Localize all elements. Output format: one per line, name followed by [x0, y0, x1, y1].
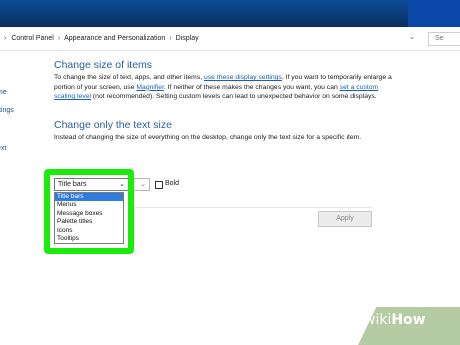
window-controls-area [408, 0, 460, 27]
description-text: To change the size of text, apps, and ot… [54, 74, 204, 81]
section-heading-size-of-items: Change size of items [54, 59, 153, 71]
size-of-items-description: To change the size of text, apps, and ot… [54, 73, 396, 102]
section-heading-text-size: Change only the text size [54, 119, 172, 131]
breadcrumb-display[interactable]: Display [176, 35, 199, 42]
sidebar-item-settings[interactable]: ttings [0, 107, 14, 114]
sidebar: me ttings ext s [0, 51, 30, 345]
annotation-highlight-box [44, 169, 134, 254]
chevron-down-icon[interactable]: ⌄ [405, 33, 419, 45]
wikihow-watermark: wikiHow [364, 312, 426, 328]
breadcrumb-arrow-icon[interactable]: › [0, 35, 11, 42]
display-settings-link[interactable]: use these display settings [204, 74, 282, 81]
chevron-right-icon[interactable]: › [165, 35, 175, 42]
apply-button[interactable]: Apply [318, 211, 372, 227]
description-text: (not recommended). Setting custom levels… [91, 93, 377, 101]
bold-checkbox[interactable] [155, 181, 163, 189]
description-text: . If neither of these makes the changes … [163, 83, 340, 91]
search-input[interactable]: Se [428, 32, 460, 46]
bold-label: Bold [165, 180, 180, 187]
chevron-right-icon[interactable]: › [54, 35, 64, 42]
magnifier-link[interactable]: Magnifier [136, 84, 164, 91]
divider [130, 207, 372, 208]
text-size-description: Instead of changing the size of everythi… [54, 134, 362, 141]
address-bar: › Control Panel › Appearance and Persona… [0, 27, 460, 51]
control-panel-window: › Control Panel › Appearance and Persona… [0, 27, 460, 345]
breadcrumb-appearance[interactable]: Appearance and Personalization [64, 35, 165, 42]
title-bar [0, 0, 460, 27]
watermark-how: How [391, 312, 426, 328]
sidebar-item-home[interactable]: me [0, 89, 7, 96]
watermark-wiki: wiki [364, 312, 392, 328]
chevron-down-icon: ⌄ [140, 181, 146, 188]
sidebar-item-text[interactable]: ext [0, 145, 6, 152]
breadcrumb-control-panel[interactable]: Control Panel [11, 35, 53, 42]
